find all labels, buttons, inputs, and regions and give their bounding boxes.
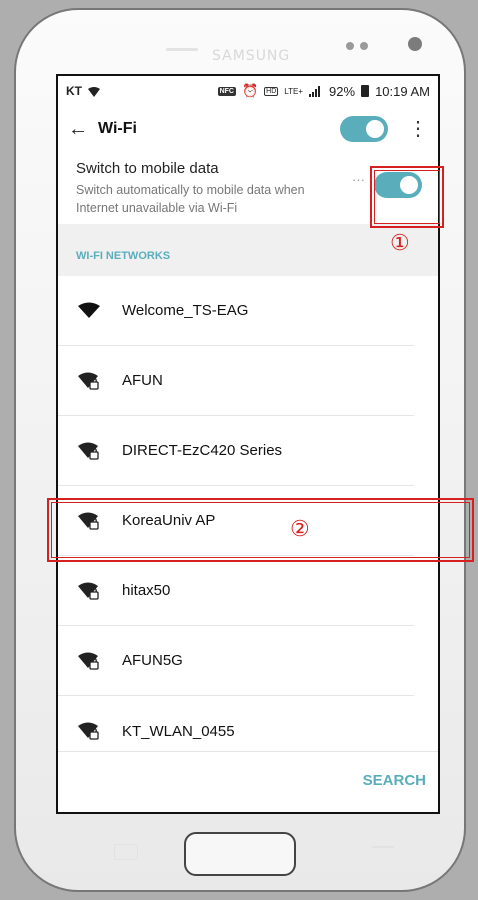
mobile-data-subtitle: Switch automatically to mobile data when… <box>76 183 305 215</box>
home-button[interactable] <box>184 832 296 876</box>
network-name: AFUN <box>122 372 163 389</box>
wifi-lock-icon <box>78 652 99 670</box>
network-name: hitax50 <box>122 582 171 599</box>
wifi-master-toggle[interactable] <box>340 116 388 142</box>
alarm-icon: ⏰ <box>241 83 259 98</box>
search-button[interactable]: SEARCH <box>363 772 426 789</box>
highlight-box-koreauniv-ap <box>47 498 474 562</box>
wifi-icon <box>78 302 100 318</box>
network-item[interactable]: hitax50 <box>58 556 414 626</box>
network-item[interactable]: DIRECT-EzC420 Series <box>58 416 414 486</box>
front-camera <box>408 37 422 51</box>
overflow-menu-icon[interactable]: ⋮ <box>406 119 428 139</box>
network-name: DIRECT-EzC420 Series <box>122 442 283 459</box>
carrier-label: KT <box>66 84 82 98</box>
highlight-box-mobile-data-toggle <box>370 166 444 228</box>
network-name: AFUN5G <box>122 652 183 669</box>
proximity-sensor <box>346 42 354 50</box>
lte-icon: LTE+ <box>284 86 304 96</box>
wifi-status-icon <box>88 86 100 97</box>
wifi-lock-icon <box>78 372 99 390</box>
wifi-lock-icon <box>78 722 99 740</box>
back-arrow-icon[interactable]: ← <box>68 118 98 141</box>
network-item[interactable]: AFUN <box>58 346 414 416</box>
page-title: Wi-Fi <box>98 120 137 137</box>
toggle-knob <box>366 120 384 138</box>
back-key[interactable] <box>372 846 394 858</box>
wifi-lock-icon <box>78 442 99 460</box>
more-options-icon[interactable]: ··· <box>352 172 365 187</box>
earpiece-speaker <box>166 48 198 51</box>
annotation-marker-1: ① <box>390 230 410 255</box>
network-name: Welcome_TS-EAG <box>122 302 249 319</box>
network-item[interactable]: AFUN5G <box>58 626 414 696</box>
battery-percent: 92% <box>329 83 356 99</box>
signal-icon <box>309 86 321 97</box>
wifi-networks-header: WI-FI NETWORKS <box>58 224 438 276</box>
app-toolbar: ← Wi-Fi ⋮ <box>58 106 438 152</box>
brand-logo: SAMSUNG <box>212 48 291 64</box>
status-bar: KT NFC ⏰ HD LTE+ 92% 10:19 AM <box>58 76 438 106</box>
wifi-lock-icon <box>78 582 99 600</box>
network-name: KT_WLAN_0455 <box>122 722 235 740</box>
annotation-marker-2: ② <box>290 516 310 541</box>
recent-apps-key[interactable] <box>114 844 138 860</box>
network-item[interactable]: Welcome_TS-EAG <box>58 276 414 346</box>
light-sensor <box>360 42 368 50</box>
hd-voice-icon: HD <box>264 86 279 96</box>
nfc-icon: NFC <box>217 86 236 96</box>
clock: 10:19 AM <box>375 83 430 99</box>
bottom-bar: SEARCH <box>58 751 438 812</box>
battery-icon <box>361 85 370 97</box>
